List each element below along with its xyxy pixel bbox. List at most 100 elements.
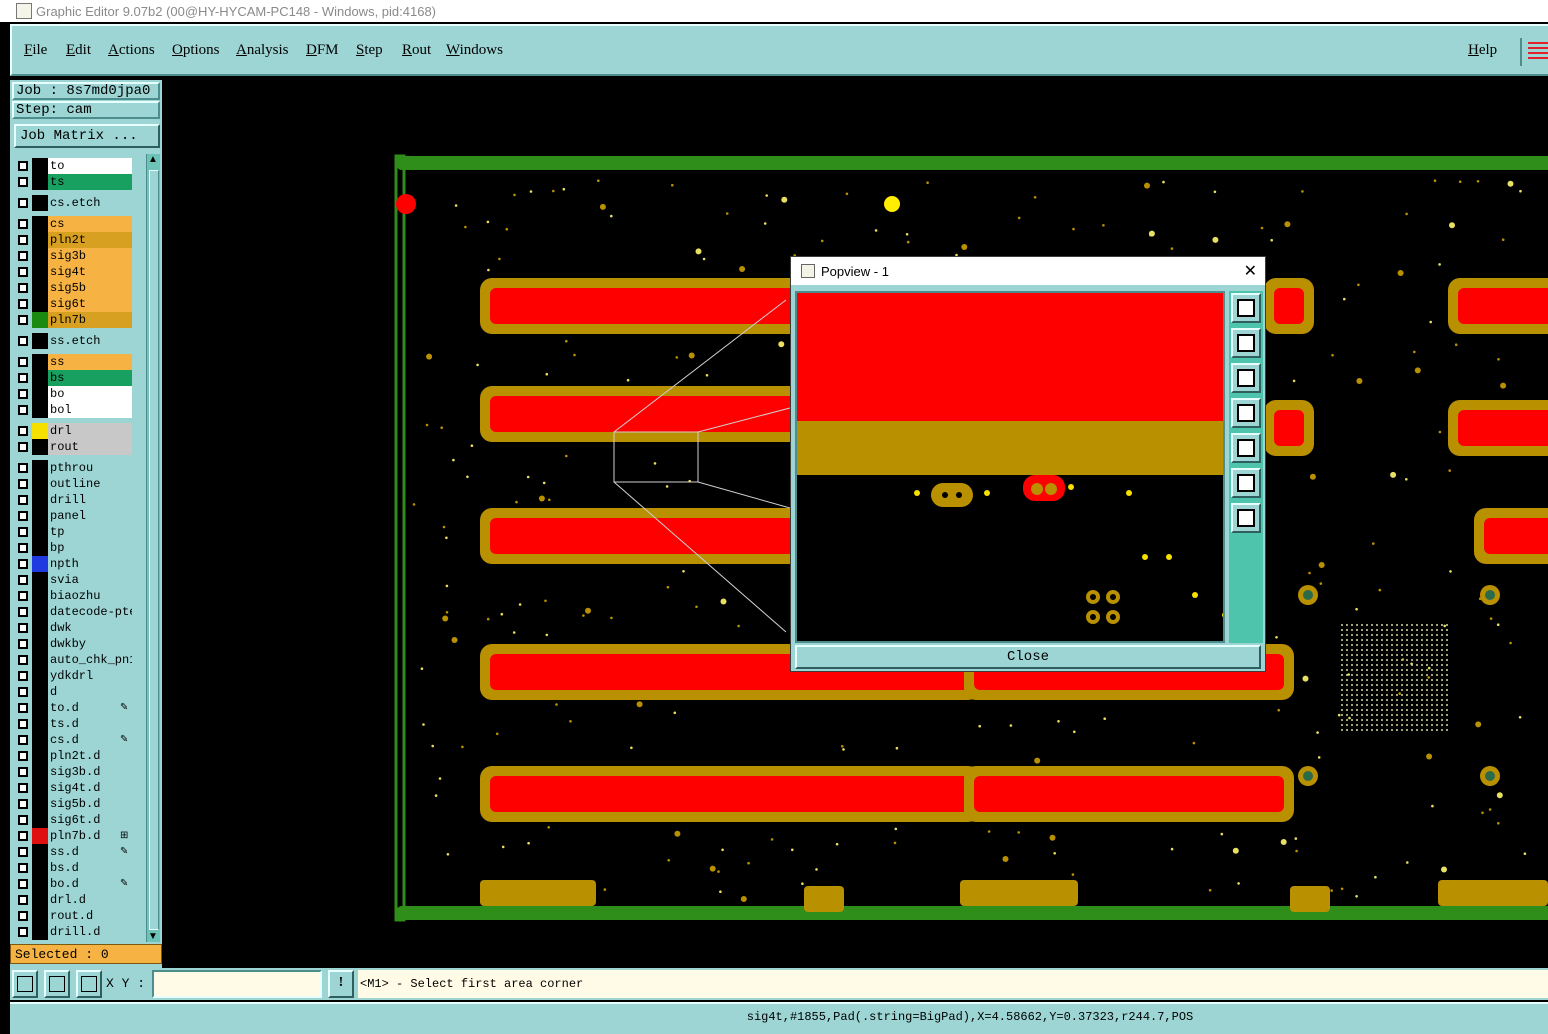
layer-checkbox[interactable]: [18, 895, 28, 905]
layer-row[interactable]: auto_chk_pn1: [12, 652, 144, 668]
layer-row[interactable]: sig5b.d: [12, 796, 144, 812]
layer-checkbox[interactable]: [18, 463, 28, 473]
layer-name[interactable]: sig3b.d: [48, 764, 132, 780]
layer-row[interactable]: to: [12, 158, 144, 174]
layer-name[interactable]: ts: [48, 174, 132, 190]
layer-row[interactable]: sig6t.d: [12, 812, 144, 828]
layer-color-swatch[interactable]: [32, 386, 48, 402]
layer-color-swatch[interactable]: [32, 280, 48, 296]
layer-row[interactable]: cs.etch: [12, 195, 144, 211]
layer-name[interactable]: rout.d: [48, 908, 132, 924]
menu-step[interactable]: Step: [356, 42, 383, 59]
layer-row[interactable]: outline: [12, 476, 144, 492]
layer-color-swatch[interactable]: [32, 354, 48, 370]
layer-checkbox[interactable]: [18, 299, 28, 309]
layer-name[interactable]: ts.d: [48, 716, 132, 732]
layer-checkbox[interactable]: [18, 426, 28, 436]
layer-name[interactable]: drill: [48, 492, 132, 508]
layer-checkbox[interactable]: [18, 479, 28, 489]
layer-checkbox[interactable]: [18, 373, 28, 383]
layer-row[interactable]: panel: [12, 508, 144, 524]
layer-name[interactable]: rout: [48, 439, 132, 455]
layer-checkbox[interactable]: [18, 799, 28, 809]
layer-color-swatch[interactable]: [32, 232, 48, 248]
layer-color-swatch[interactable]: [32, 370, 48, 386]
layer-color-swatch[interactable]: [32, 636, 48, 652]
layer-color-swatch[interactable]: [32, 423, 48, 439]
layer-color-swatch[interactable]: [32, 780, 48, 796]
layer-color-swatch[interactable]: [32, 908, 48, 924]
layer-name[interactable]: drl.d: [48, 892, 132, 908]
layer-name[interactable]: sig4t.d: [48, 780, 132, 796]
layer-row[interactable]: ss: [12, 354, 144, 370]
layer-row[interactable]: sig4t.d: [12, 780, 144, 796]
layer-color-swatch[interactable]: [32, 508, 48, 524]
layer-list-scrollbar[interactable]: ▲ ▼: [146, 154, 160, 942]
layer-row[interactable]: drill: [12, 492, 144, 508]
layer-name[interactable]: bp: [48, 540, 132, 556]
xy-input[interactable]: [152, 970, 322, 998]
layer-row[interactable]: sig3b: [12, 248, 144, 264]
layer-row[interactable]: ts.d: [12, 716, 144, 732]
zoom-fit-button[interactable]: [1231, 293, 1261, 323]
layer-color-swatch[interactable]: [32, 860, 48, 876]
layer-color-swatch[interactable]: [32, 748, 48, 764]
layer-checkbox[interactable]: [18, 911, 28, 921]
layer-color-swatch[interactable]: [32, 764, 48, 780]
layer-checkbox[interactable]: [18, 559, 28, 569]
layer-row[interactable]: d: [12, 684, 144, 700]
layer-name[interactable]: pthrou: [48, 460, 132, 476]
layer-checkbox[interactable]: [18, 389, 28, 399]
layer-checkbox[interactable]: [18, 751, 28, 761]
layer-color-swatch[interactable]: [32, 556, 48, 572]
layer-checkbox[interactable]: [18, 161, 28, 171]
layer-checkbox[interactable]: [18, 719, 28, 729]
layer-color-swatch[interactable]: [32, 195, 48, 211]
layer-checkbox[interactable]: [18, 591, 28, 601]
layer-row[interactable]: bp: [12, 540, 144, 556]
layer-color-swatch[interactable]: [32, 732, 48, 748]
layer-name[interactable]: bs.d: [48, 860, 132, 876]
layer-color-swatch[interactable]: [32, 876, 48, 892]
layer-checkbox[interactable]: [18, 863, 28, 873]
layer-color-swatch[interactable]: [32, 844, 48, 860]
pan-up-button[interactable]: [1231, 328, 1261, 358]
layer-name[interactable]: ydkdrl: [48, 668, 132, 684]
layer-row[interactable]: npth: [12, 556, 144, 572]
layer-row[interactable]: bs: [12, 370, 144, 386]
job-matrix-button[interactable]: Job Matrix ...: [14, 124, 160, 148]
layer-checkbox[interactable]: [18, 495, 28, 505]
layer-name[interactable]: tp: [48, 524, 132, 540]
layer-row[interactable]: rout: [12, 439, 144, 455]
layer-color-swatch[interactable]: [32, 684, 48, 700]
layer-checkbox[interactable]: [18, 283, 28, 293]
layer-name[interactable]: sig3b: [48, 248, 132, 264]
layer-row[interactable]: sig4t: [12, 264, 144, 280]
layer-color-swatch[interactable]: [32, 174, 48, 190]
layer-row[interactable]: bo: [12, 386, 144, 402]
layer-row[interactable]: datecode-pte: [12, 604, 144, 620]
layer-name[interactable]: auto_chk_pn1: [48, 652, 132, 668]
menu-rout[interactable]: Rout: [402, 42, 431, 59]
layer-name[interactable]: dwkby: [48, 636, 132, 652]
layer-checkbox[interactable]: [18, 543, 28, 553]
layer-row[interactable]: rout.d: [12, 908, 144, 924]
layer-name[interactable]: pln2t: [48, 232, 132, 248]
layer-checkbox[interactable]: [18, 607, 28, 617]
layer-name[interactable]: cs: [48, 216, 132, 232]
layer-row[interactable]: dwk: [12, 620, 144, 636]
layer-color-swatch[interactable]: [32, 216, 48, 232]
popview-canvas[interactable]: [795, 291, 1225, 643]
layer-name[interactable]: datecode-pte: [48, 604, 132, 620]
layer-color-swatch[interactable]: [32, 828, 48, 844]
grid-button[interactable]: [76, 970, 102, 998]
layer-checkbox[interactable]: [18, 315, 28, 325]
zoom-out-button[interactable]: [1231, 468, 1261, 498]
layer-checkbox[interactable]: [18, 405, 28, 415]
layer-row[interactable]: pln7b.d ⊞: [12, 828, 144, 844]
layer-row[interactable]: drill.d: [12, 924, 144, 940]
layer-color-swatch[interactable]: [32, 524, 48, 540]
layer-checkbox[interactable]: [18, 442, 28, 452]
layer-checkbox[interactable]: [18, 527, 28, 537]
menu-help[interactable]: Help: [1468, 42, 1497, 59]
